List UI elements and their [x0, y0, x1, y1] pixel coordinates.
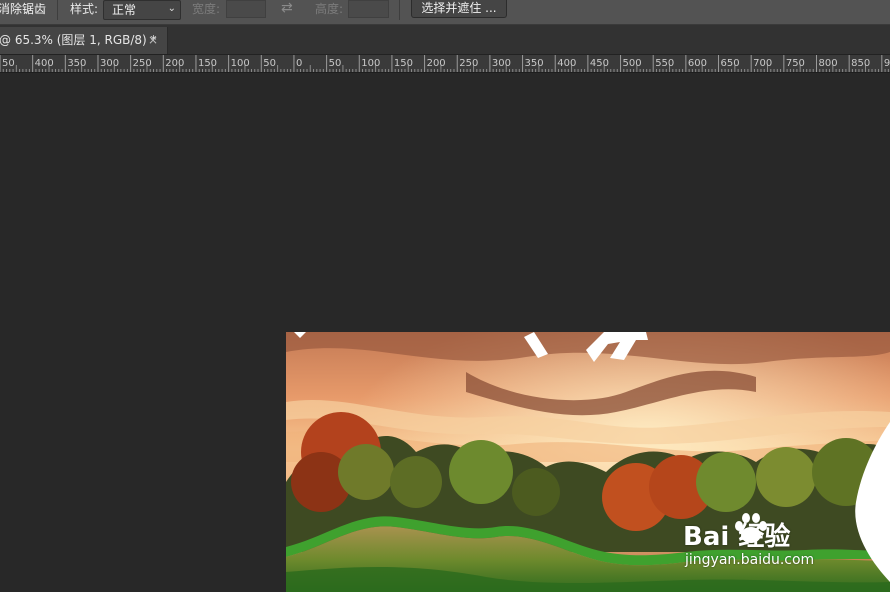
ruler-tick-label: 90 [884, 58, 890, 69]
document-tab-title: @ 65.3% (图层 1, RGB/8) * [0, 33, 157, 47]
ruler-tick-label: 200 [165, 58, 184, 69]
ruler-tick-label: 250 [459, 58, 478, 69]
ruler-tick-label: 400 [35, 58, 54, 69]
height-label: 高度: [315, 2, 344, 16]
options-separator [57, 0, 58, 20]
close-icon[interactable]: × [148, 27, 158, 53]
ruler-tick-label: 800 [819, 58, 838, 69]
style-select-value: 正常 [112, 3, 137, 17]
options-separator [399, 0, 400, 20]
options-bar: 消除锯齿 样式: 正常 ⌄ 宽度: ⇄ 高度: 选择并遮住 ... [0, 0, 890, 25]
height-input[interactable] [348, 0, 389, 18]
ruler-tick-label: 300 [100, 58, 119, 69]
ruler-tick-label: 50 [2, 58, 15, 69]
watermark-url: jingyan.baidu.com [685, 552, 815, 568]
select-and-mask-button[interactable]: 选择并遮住 ... [411, 0, 507, 18]
width-input[interactable] [226, 0, 266, 18]
paw-icon [735, 513, 767, 543]
ruler-tick-label: 0 [296, 58, 302, 69]
ruler-tick-label: 150 [394, 58, 413, 69]
style-select[interactable]: 正常 ⌄ [103, 0, 181, 20]
ruler-tick-label: 500 [623, 58, 642, 69]
horizontal-ruler[interactable]: 50 400 350 300 250 200 150 100 50 0 50 100 150 200 250… [0, 55, 890, 73]
ruler-tick-label: 100 [361, 58, 380, 69]
ruler-tick-label: 50 [329, 58, 342, 69]
ruler-tick-label: 600 [688, 58, 707, 69]
ruler-tick-label: 350 [67, 58, 86, 69]
baidu-watermark: Bai 经验 jingyan.baidu.com [683, 513, 863, 576]
ruler-tick-label: 650 [721, 58, 740, 69]
ruler-tick-label: 250 [133, 58, 152, 69]
ruler-tick-label: 550 [655, 58, 674, 69]
ruler-tick-label: 200 [427, 58, 446, 69]
chevron-down-icon: ⌄ [167, 3, 176, 14]
width-label: 宽度: [192, 2, 221, 16]
ruler-tick-label: 450 [590, 58, 609, 69]
ruler-tick-label: 400 [557, 58, 576, 69]
ruler-tick-label: 750 [786, 58, 805, 69]
document-tab[interactable]: @ 65.3% (图层 1, RGB/8) * × [0, 27, 168, 54]
ruler-tick-label: 50 [263, 58, 276, 69]
ruler-tick-label: 100 [231, 58, 250, 69]
ruler-ticks: 50 400 350 300 250 200 150 100 50 0 50 100 150 200 250… [0, 55, 890, 72]
ruler-tick-label: 350 [525, 58, 544, 69]
ruler-tick-label: 300 [492, 58, 511, 69]
document-tab-bar: @ 65.3% (图层 1, RGB/8) * × [0, 25, 890, 55]
antialias-checkbox-label[interactable]: 消除锯齿 [0, 0, 46, 24]
ruler-tick-label: 700 [753, 58, 772, 69]
swap-dimensions-icon[interactable]: ⇄ [281, 0, 293, 16]
ruler-tick-label: 850 [851, 58, 870, 69]
ruler-tick-label: 150 [198, 58, 217, 69]
style-label: 样式: [70, 2, 99, 16]
